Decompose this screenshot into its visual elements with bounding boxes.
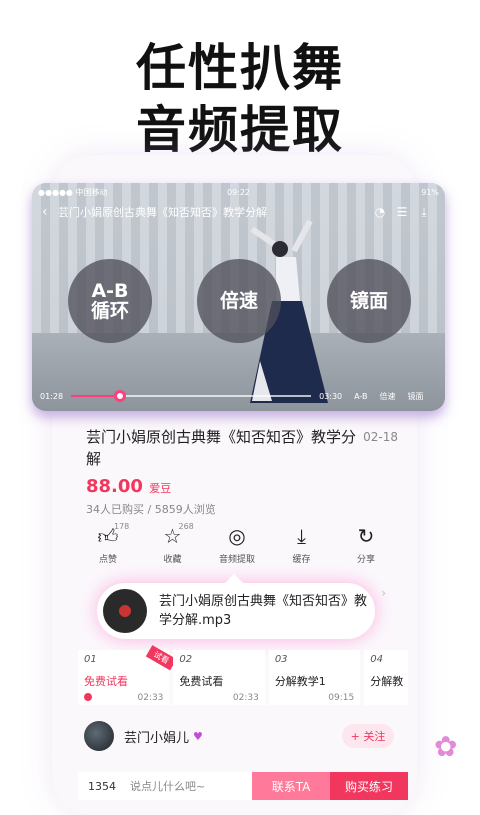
contact-button[interactable]: 联系TA bbox=[252, 772, 330, 800]
headline-line2: 音频提取 bbox=[136, 101, 344, 159]
product-info: 芸门小娟原创古典舞《知否知否》教学分解 02-18 88.00 爱豆 34人已购… bbox=[86, 426, 406, 517]
audio-disc-icon: ◎ bbox=[228, 524, 246, 548]
ab-option[interactable]: A-B bbox=[354, 392, 367, 401]
episode-duration: 09:15 bbox=[328, 693, 355, 703]
buy-button[interactable]: 购买练习 bbox=[330, 772, 408, 800]
episode-item[interactable]: 01 免费试看 试看 02:33 bbox=[78, 645, 177, 705]
share-button[interactable]: ↻ 分享 bbox=[340, 524, 392, 568]
comment-input[interactable]: 1354 说点儿什么吧~ bbox=[78, 772, 252, 800]
price-value: 88.00 bbox=[86, 476, 143, 497]
bottom-bar: 1354 说点儿什么吧~ 联系TA 购买练习 bbox=[78, 772, 408, 800]
speed-option[interactable]: 倍速 bbox=[380, 391, 396, 402]
mirror-button[interactable]: 镜面 bbox=[327, 259, 411, 343]
episode-duration: 02:33 bbox=[232, 693, 259, 703]
like-label: 点赞 bbox=[98, 555, 117, 565]
comment-count: 1354 bbox=[88, 779, 116, 793]
clock-text: 09:22 bbox=[226, 187, 251, 197]
download-icon[interactable]: ⤓ bbox=[413, 205, 435, 220]
episode-name: 免费试看 bbox=[84, 675, 128, 688]
episode-item[interactable]: 03 分解教学1 09:15 bbox=[268, 650, 361, 705]
audio-extract-label: 音频提取 bbox=[218, 555, 255, 565]
audio-extract-button[interactable]: ◎ 音频提取 bbox=[211, 524, 263, 568]
episode-name: 分解教学1 bbox=[274, 675, 326, 688]
video-title: 芸门小娟原创古典舞《知否知否》教学分解 bbox=[58, 206, 267, 219]
episode-item[interactable]: 02 免费试看 02:33 bbox=[173, 650, 265, 705]
like-button[interactable]: 👍︎ 178 点赞 bbox=[82, 522, 134, 568]
price-unit: 爱豆 bbox=[149, 482, 172, 495]
vinyl-disc-icon bbox=[103, 589, 147, 633]
episode-name: 免费试看 bbox=[179, 675, 224, 688]
verified-heart-icon: ♥ bbox=[193, 729, 203, 743]
current-time: 01:28 bbox=[40, 391, 64, 401]
flower-icon: ✿ bbox=[434, 730, 458, 763]
cache-button[interactable]: ⤓ 缓存 bbox=[276, 524, 328, 568]
author-row: 芸门小娟儿 ♥ + 关注 bbox=[84, 718, 394, 754]
status-bar: ●●●●● 中国移动 09:22 91% bbox=[38, 185, 439, 199]
favorite-button[interactable]: ☆ 268 收藏 bbox=[147, 522, 199, 568]
video-player[interactable]: ●●●●● 中国移动 09:22 91% ‹ 芸门小娟原创古典舞《知否知否》教学… bbox=[32, 183, 445, 411]
list-icon[interactable]: ☰ bbox=[391, 205, 413, 219]
progress-slider[interactable] bbox=[71, 390, 312, 402]
action-bar: 👍︎ 178 点赞 ☆ 268 收藏 ◎ 音频提取 ⤓ 缓存 ↻ 分享 bbox=[82, 522, 392, 568]
favorite-count: 268 bbox=[178, 522, 194, 531]
purchase-stats: 34人已购买 / 5859人浏览 bbox=[86, 503, 216, 516]
mirror-option[interactable]: 镜面 bbox=[408, 391, 424, 402]
episode-number: 03 bbox=[274, 654, 288, 665]
comment-placeholder: 说点儿什么吧~ bbox=[130, 780, 206, 793]
author-name[interactable]: 芸门小娟儿 bbox=[124, 727, 189, 746]
playing-icon bbox=[84, 693, 92, 701]
avatar[interactable] bbox=[84, 721, 114, 751]
episode-list: 01 免费试看 试看 02:33 02 免费试看 02:33 03 分解教学1 … bbox=[78, 645, 408, 705]
favorite-label: 收藏 bbox=[163, 555, 182, 565]
progress-fill bbox=[71, 395, 120, 397]
speed-label: 倍速 bbox=[219, 290, 258, 312]
mirror-label: 镜面 bbox=[349, 290, 388, 312]
audio-file-popup[interactable]: 芸门小娟原创古典舞《知否知否》教学分解.mp3 bbox=[97, 574, 375, 639]
cache-label: 缓存 bbox=[292, 555, 311, 565]
back-icon[interactable]: ‹ bbox=[42, 204, 58, 220]
total-time: 03:30 bbox=[319, 391, 343, 401]
product-date: 02-18 bbox=[363, 430, 398, 444]
player-controls: 01:28 03:30 A-B 倍速 镜面 bbox=[40, 388, 437, 404]
product-title: 芸门小娟原创古典舞《知否知否》教学分解 bbox=[86, 428, 357, 468]
episode-name: 分解教 bbox=[370, 675, 404, 688]
ab-loop-label: A-B 循环 bbox=[90, 280, 129, 322]
progress-knob[interactable] bbox=[114, 390, 127, 402]
chevron-right-icon: › bbox=[381, 586, 386, 600]
price: 88.00 爱豆 bbox=[86, 476, 406, 497]
player-top-bar: ‹ 芸门小娟原创古典舞《知否知否》教学分解 ◔ ☰ ⤓ bbox=[42, 201, 435, 223]
share-icon: ↻ bbox=[357, 524, 375, 548]
audio-file-name: 芸门小娟原创古典舞《知否知否》教学分解.mp3 bbox=[159, 594, 368, 628]
like-count: 178 bbox=[114, 522, 130, 531]
episode-number: 02 bbox=[179, 654, 193, 665]
episode-number: 04 bbox=[370, 654, 383, 665]
speed-button[interactable]: 倍速 bbox=[197, 259, 281, 343]
ab-loop-button[interactable]: A-B 循环 bbox=[68, 259, 152, 343]
follow-button[interactable]: + 关注 bbox=[342, 724, 394, 748]
episode-item[interactable]: 04 分解教 bbox=[364, 650, 408, 705]
share-label: 分享 bbox=[356, 555, 375, 565]
episode-duration: 02:33 bbox=[137, 693, 164, 703]
speed-icon[interactable]: ◔ bbox=[369, 205, 391, 219]
download-icon: ⤓ bbox=[297, 524, 306, 548]
